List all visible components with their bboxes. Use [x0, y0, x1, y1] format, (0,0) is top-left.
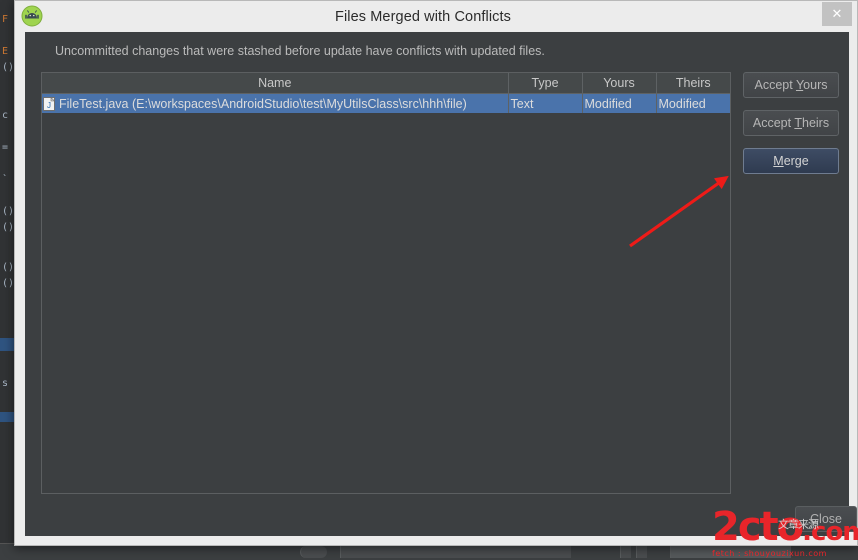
accept-theirs-mnemonic: T — [794, 116, 802, 130]
ide-status-item — [300, 546, 327, 558]
cell-file-name[interactable]: J FileTest.java (E:\workspaces\AndroidSt… — [42, 93, 509, 113]
cell-type: Text — [508, 93, 583, 113]
ide-status-item — [620, 546, 631, 558]
dialog-title-bar: Files Merged with Conflicts ✕ — [15, 1, 857, 32]
ide-status-item — [340, 546, 571, 558]
ide-code-line: ` — [2, 174, 9, 185]
file-name-label: FileTest.java (E:\workspaces\AndroidStud… — [59, 96, 467, 111]
table-body: J FileTest.java (E:\workspaces\AndroidSt… — [42, 93, 730, 113]
action-buttons-group: Accept Yours Accept Theirs Merge — [743, 72, 839, 186]
ide-code-line: () — [2, 206, 15, 217]
column-header-theirs[interactable]: Theirs — [656, 73, 730, 94]
android-studio-icon — [21, 5, 43, 27]
accept-yours-prefix: Accept — [754, 78, 796, 92]
merge-mnemonic: M — [773, 154, 784, 168]
column-header-yours[interactable]: Yours — [582, 73, 657, 94]
ide-code-line: E — [2, 46, 9, 57]
conflicts-table: Name Type Yours Theirs J FileTest.java (… — [42, 73, 730, 113]
conflict-message: Uncommitted changes that were stashed be… — [55, 44, 545, 58]
ide-code-line: c — [2, 110, 9, 121]
accept-yours-button[interactable]: Accept Yours — [743, 72, 839, 98]
table-header: Name Type Yours Theirs — [42, 73, 730, 94]
svg-text:J: J — [47, 101, 51, 110]
accept-theirs-button[interactable]: Accept Theirs — [743, 110, 839, 136]
accept-yours-suffix: ours — [803, 78, 828, 92]
conflicts-table-panel[interactable]: Name Type Yours Theirs J FileTest.java (… — [41, 72, 731, 494]
close-button[interactable]: Close — [795, 506, 857, 532]
dialog-title: Files Merged with Conflicts — [335, 8, 511, 25]
column-header-type[interactable]: Type — [508, 73, 583, 94]
window-close-button[interactable]: ✕ — [822, 2, 852, 26]
ide-code-line: () — [2, 222, 15, 233]
ide-code-line: F — [2, 14, 9, 25]
ide-code-line: () — [2, 62, 15, 73]
column-header-name[interactable]: Name — [42, 73, 509, 94]
close-icon: ✕ — [831, 6, 843, 21]
ide-status-item — [636, 546, 647, 558]
table-row[interactable]: J FileTest.java (E:\workspaces\AndroidSt… — [42, 93, 730, 113]
ide-status-item — [670, 546, 791, 558]
java-file-icon: J — [43, 96, 56, 111]
merge-button[interactable]: Merge — [743, 148, 839, 174]
ide-code-line: = — [2, 142, 9, 153]
table-header-row: Name Type Yours Theirs — [42, 73, 730, 94]
files-merged-dialog: Files Merged with Conflicts ✕ Uncommitte… — [14, 0, 858, 546]
accept-theirs-suffix: heirs — [802, 116, 830, 130]
ide-code-line: () — [2, 278, 15, 289]
dialog-body: Uncommitted changes that were stashed be… — [25, 32, 857, 536]
cell-theirs: Modified — [656, 93, 730, 113]
ide-code-line: () — [2, 262, 15, 273]
merge-suffix: erge — [783, 154, 809, 168]
accept-theirs-prefix: Accept — [752, 116, 795, 130]
cell-yours: Modified — [582, 93, 657, 113]
